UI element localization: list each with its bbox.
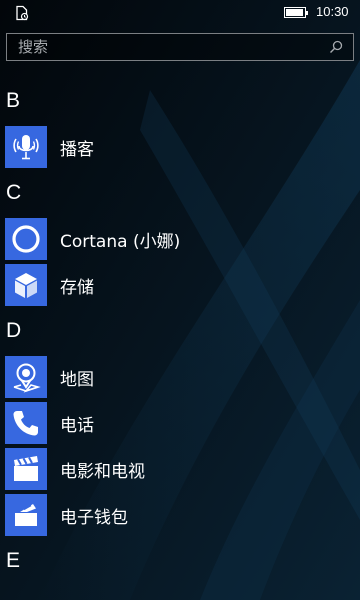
app-item-cortana[interactable]: Cortana (小娜) <box>0 216 360 262</box>
app-item-movies-tv[interactable]: 电影和电视 <box>0 446 360 492</box>
map-pin-icon <box>5 356 47 398</box>
search-box[interactable] <box>6 33 354 61</box>
clapperboard-icon <box>5 448 47 490</box>
podcast-microphone-icon <box>5 126 47 168</box>
section-header-e[interactable]: E <box>0 538 360 584</box>
app-label: Cortana (小娜) <box>60 231 181 252</box>
status-time: 10:30 <box>316 4 349 19</box>
search-input[interactable] <box>7 34 325 60</box>
app-label: 存储 <box>60 277 94 298</box>
section-header-b[interactable]: B <box>0 78 360 124</box>
status-bar: 10:30 <box>0 0 360 26</box>
app-label: 电影和电视 <box>60 461 145 482</box>
app-label: 电话 <box>60 415 94 436</box>
notification-icon <box>14 5 30 21</box>
search-icon[interactable] <box>325 36 347 58</box>
wallet-icon <box>5 494 47 536</box>
start-screen-app-list: 10:30 B <box>0 0 360 600</box>
app-label: 电子钱包 <box>60 507 128 528</box>
battery-icon <box>284 7 308 18</box>
storage-cube-icon <box>5 264 47 306</box>
section-header-c[interactable]: C <box>0 170 360 216</box>
app-item-wallet[interactable]: 电子钱包 <box>0 492 360 538</box>
cortana-ring-icon <box>5 218 47 260</box>
battery-level-fill <box>286 9 304 16</box>
app-list: B 播客 C Cortana (小娜) 存储 D 地图 电话 电影和电视 电子钱… <box>0 78 360 584</box>
app-label: 地图 <box>60 369 94 390</box>
phone-handset-icon <box>5 402 47 444</box>
section-header-d[interactable]: D <box>0 308 360 354</box>
app-item-storage[interactable]: 存储 <box>0 262 360 308</box>
app-item-phone[interactable]: 电话 <box>0 400 360 446</box>
app-item-podcasts[interactable]: 播客 <box>0 124 360 170</box>
app-label: 播客 <box>60 139 94 160</box>
app-item-maps[interactable]: 地图 <box>0 354 360 400</box>
